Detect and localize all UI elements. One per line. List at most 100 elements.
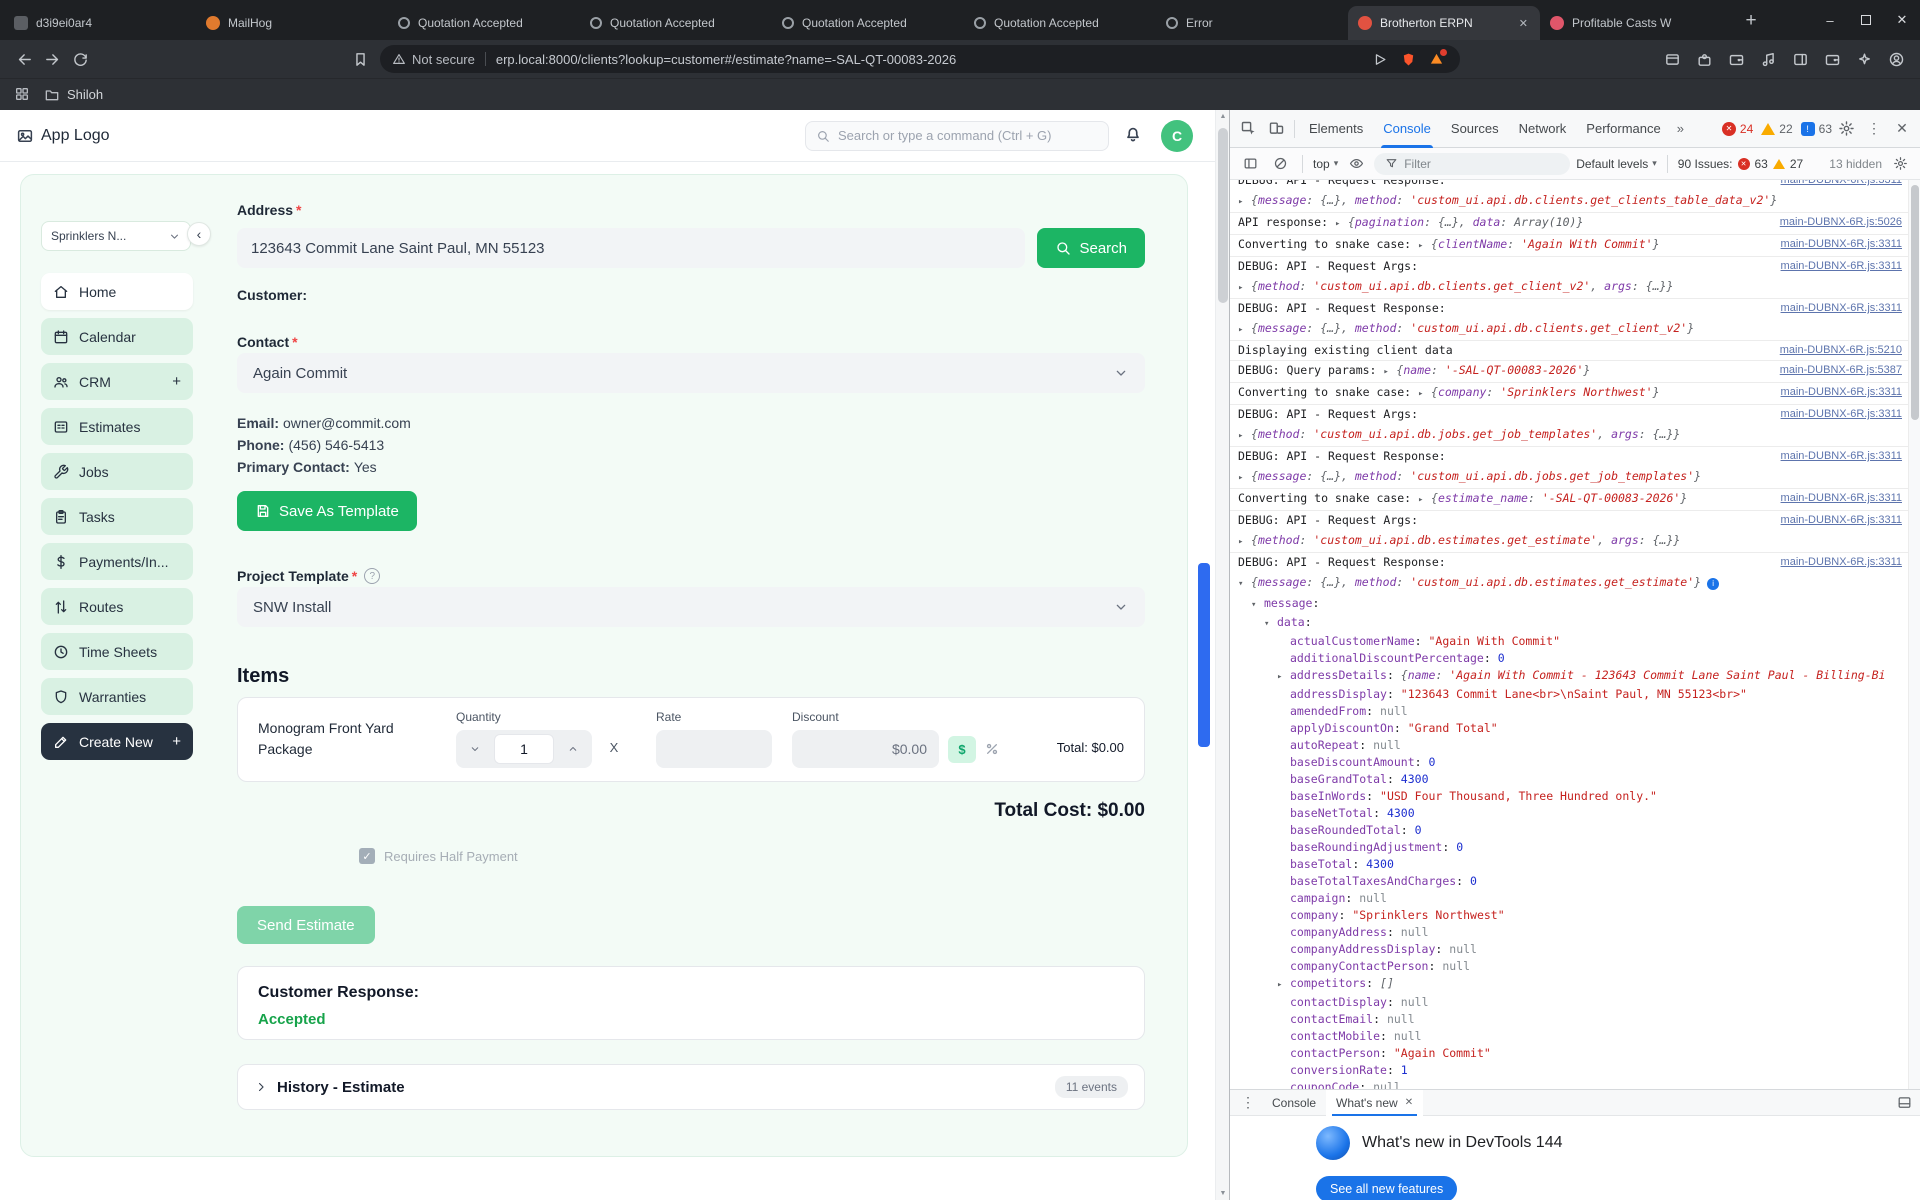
browser-tab[interactable]: Error bbox=[1156, 6, 1348, 40]
console-sidebar-icon[interactable] bbox=[1238, 152, 1262, 176]
browser-tab[interactable]: d3i9ei0ar4 bbox=[4, 6, 196, 40]
device-toolbar-icon[interactable] bbox=[1262, 115, 1290, 143]
errors-count[interactable]: 24 bbox=[1740, 122, 1753, 136]
browser-tab[interactable]: Profitable Casts W bbox=[1540, 6, 1732, 40]
half-payment-checkbox[interactable]: ✓ bbox=[359, 848, 375, 864]
blue-side-widget[interactable] bbox=[1198, 563, 1210, 747]
new-tab-button[interactable]: + bbox=[1736, 6, 1766, 36]
expand-arrow-icon[interactable]: ▸ bbox=[1418, 387, 1431, 402]
expand-arrow-icon[interactable]: ▸ bbox=[1418, 493, 1431, 508]
address-bar[interactable]: Not secure erp.local:8000/clients?lookup… bbox=[380, 45, 1460, 73]
browser-tab[interactable]: Brotherton ERPN ✕ bbox=[1348, 6, 1540, 40]
extensions-icon[interactable] bbox=[1690, 45, 1718, 73]
share-icon[interactable] bbox=[1368, 47, 1392, 71]
devtools-tab-elements[interactable]: Elements bbox=[1299, 110, 1373, 148]
notifications-bell-icon[interactable] bbox=[1123, 124, 1147, 148]
sidebar-toggle-icon[interactable] bbox=[1786, 45, 1814, 73]
console-filter-input[interactable]: Filter bbox=[1374, 152, 1571, 175]
browser-tab[interactable]: Quotation Accepted bbox=[580, 6, 772, 40]
more-tabs-icon[interactable]: » bbox=[1671, 121, 1690, 136]
console-settings-icon[interactable] bbox=[1888, 152, 1912, 176]
hidden-messages-label[interactable]: 13 hidden bbox=[1829, 157, 1882, 171]
plus-icon[interactable]: + bbox=[172, 733, 181, 750]
expand-arrow-icon[interactable]: ▸ bbox=[1238, 323, 1251, 338]
devtools-close-icon[interactable]: ✕ bbox=[1888, 115, 1916, 143]
help-icon[interactable]: ? bbox=[364, 568, 381, 584]
workspace-selector[interactable]: Sprinklers N... bbox=[41, 221, 191, 251]
app-logo[interactable]: App Logo bbox=[16, 127, 110, 145]
source-link[interactable]: main-DUBNX-6R.js:3311 bbox=[1781, 407, 1902, 422]
plus-icon[interactable]: + bbox=[172, 373, 181, 390]
discount-type-percent-button[interactable] bbox=[984, 741, 1000, 757]
expand-arrow-icon[interactable]: ▸ bbox=[1383, 365, 1396, 380]
source-link[interactable]: main-DUBNX-6R.js:5210 bbox=[1780, 343, 1902, 358]
devtools-scrollbar[interactable] bbox=[1908, 180, 1920, 1089]
source-link[interactable]: main-DUBNX-6R.js:3311 bbox=[1781, 180, 1902, 188]
close-window-button[interactable]: ✕ bbox=[1884, 0, 1920, 40]
issues-counter[interactable]: 90 Issues: ✕ 63 27 bbox=[1678, 157, 1803, 171]
sidebar-collapse-button[interactable]: ‹ bbox=[187, 222, 211, 246]
profile-icon[interactable] bbox=[1882, 45, 1910, 73]
leo-ai-icon[interactable] bbox=[1850, 45, 1878, 73]
see-all-features-button[interactable]: See all new features bbox=[1316, 1176, 1458, 1200]
discount-type-dollar-button[interactable]: $ bbox=[948, 736, 976, 763]
source-link[interactable]: main-DUBNX-6R.js:3311 bbox=[1781, 301, 1902, 316]
sidebar-item-create-new[interactable]: Create New + bbox=[41, 723, 193, 760]
browser-tab[interactable]: MailHog bbox=[196, 6, 388, 40]
sidebar-item-crm[interactable]: CRM + bbox=[41, 363, 193, 400]
scrollbar-thumb[interactable] bbox=[1911, 185, 1919, 420]
wallet-icon[interactable] bbox=[1818, 45, 1846, 73]
devtools-tab-performance[interactable]: Performance bbox=[1576, 110, 1670, 148]
warnings-count-icon[interactable] bbox=[1761, 122, 1776, 135]
sidebar-item-home[interactable]: Home bbox=[41, 273, 193, 310]
expand-arrow-icon[interactable]: ▸ bbox=[1238, 471, 1251, 486]
expand-arrow-icon[interactable]: ▸ bbox=[1277, 978, 1290, 993]
warnings-count[interactable]: 22 bbox=[1779, 122, 1792, 136]
payment-card-icon[interactable] bbox=[1722, 45, 1750, 73]
sidebar-item-jobs[interactable]: Jobs bbox=[41, 453, 193, 490]
expand-arrow-icon[interactable]: ▾ bbox=[1251, 598, 1264, 613]
drawer-menu-icon[interactable]: ⋮ bbox=[1234, 1089, 1262, 1117]
tab-close-icon[interactable]: ✕ bbox=[1517, 17, 1530, 30]
expand-arrow-icon[interactable]: ▸ bbox=[1335, 217, 1348, 232]
expand-arrow-icon[interactable]: ▾ bbox=[1238, 577, 1251, 592]
devtools-tab-sources[interactable]: Sources bbox=[1441, 110, 1509, 148]
forward-button[interactable] bbox=[38, 45, 66, 73]
devtools-tab-console[interactable]: Console bbox=[1373, 110, 1441, 148]
live-expression-icon[interactable] bbox=[1344, 152, 1368, 176]
expand-arrow-icon[interactable]: ▸ bbox=[1238, 429, 1251, 444]
source-link[interactable]: main-DUBNX-6R.js:3311 bbox=[1781, 491, 1902, 506]
dock-drawer-icon[interactable] bbox=[1892, 1091, 1916, 1115]
contact-select[interactable]: Again Commit bbox=[237, 353, 1145, 393]
source-link[interactable]: main-DUBNX-6R.js:5387 bbox=[1780, 363, 1902, 378]
page-scrollbar[interactable]: ▲ ▼ bbox=[1215, 110, 1229, 1200]
scrollbar-thumb[interactable] bbox=[1218, 128, 1228, 303]
address-search-button[interactable]: Search bbox=[1037, 228, 1145, 268]
expand-arrow-icon[interactable]: ▸ bbox=[1277, 670, 1290, 685]
issues-count-icon[interactable]: ! bbox=[1800, 121, 1815, 136]
expand-arrow-icon[interactable]: ▸ bbox=[1418, 239, 1431, 254]
clear-console-icon[interactable] bbox=[1268, 152, 1292, 176]
sidebar-item-time-sheets[interactable]: Time Sheets bbox=[41, 633, 193, 670]
devtools-menu-icon[interactable]: ⋮ bbox=[1860, 115, 1888, 143]
rate-input[interactable] bbox=[656, 730, 772, 768]
expand-arrow-icon[interactable]: ▸ bbox=[1238, 195, 1251, 210]
source-link[interactable]: main-DUBNX-6R.js:3311 bbox=[1781, 385, 1902, 400]
address-input[interactable] bbox=[237, 228, 1026, 268]
send-estimate-button[interactable]: Send Estimate bbox=[237, 906, 375, 944]
source-link[interactable]: main-DUBNX-6R.js:3311 bbox=[1781, 259, 1902, 274]
issues-count[interactable]: 63 bbox=[1819, 122, 1832, 136]
drawer-tab-close-icon[interactable]: ✕ bbox=[1405, 1097, 1413, 1108]
scroll-up-icon[interactable]: ▲ bbox=[1216, 113, 1230, 120]
not-secure-warning-icon[interactable] bbox=[392, 52, 406, 66]
project-template-select[interactable]: SNW Install bbox=[237, 587, 1145, 627]
expand-arrow-icon[interactable]: ▸ bbox=[1238, 535, 1251, 550]
browser-tab[interactable]: Quotation Accepted bbox=[388, 6, 580, 40]
brave-rewards-icon[interactable] bbox=[1424, 47, 1448, 71]
source-link[interactable]: main-DUBNX-6R.js:3311 bbox=[1781, 237, 1902, 252]
history-section[interactable]: History - Estimate 11 events bbox=[237, 1064, 1145, 1110]
expand-arrow-icon[interactable]: ▾ bbox=[1264, 617, 1277, 632]
drawer-tab-whats-new[interactable]: What's new ✕ bbox=[1326, 1089, 1424, 1116]
discount-input[interactable] bbox=[792, 730, 939, 768]
bookmark-icon[interactable] bbox=[346, 45, 374, 73]
